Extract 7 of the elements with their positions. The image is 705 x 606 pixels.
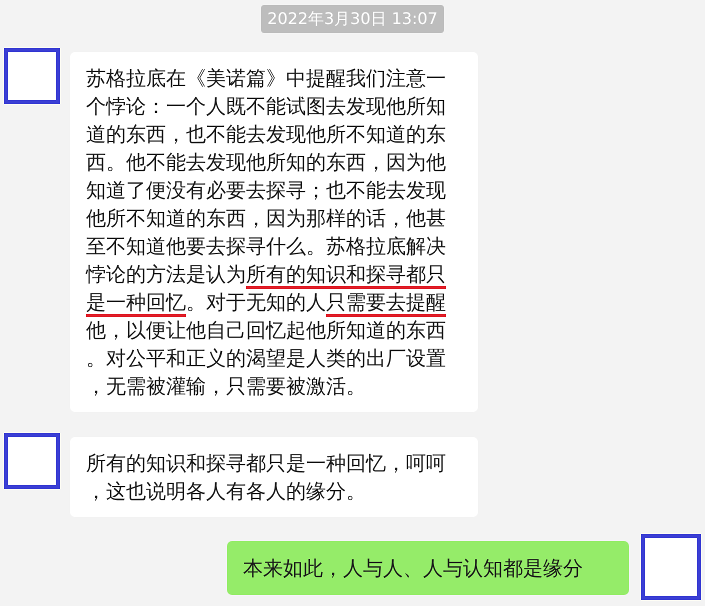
message-bubble: 所有的知识和探寻都只是一种回忆，呵呵，这也说明各人有各人的缘分。 <box>70 437 478 517</box>
avatar[interactable] <box>4 48 60 104</box>
avatar[interactable] <box>641 534 701 600</box>
message-bubble: 苏格拉底在《美诺篇》中提醒我们注意一个悖论：一个人既不能试图去发现他所知道的东西，也不能去发现他所不知道的东西。他不能去发现他所知的东西，因为他知道了便没有必要去探寻；也不能去发现他所不知道的东西，因为那样的话，他甚至不知道他要去探寻什么。苏格拉底解决悖论的方法是认为所有的知识和探寻都只是一种回忆。对于无知的人只需要去提醒 他，以便让他自己回忆起他所知道的东西。对公平和正义的渴望是人类的出厂设置，无需被灌输，只需要被激活。 <box>70 52 478 412</box>
timestamp: 2022年3月30日 13:07 <box>261 5 444 33</box>
avatar[interactable] <box>4 433 60 489</box>
message-bubble: 本来如此，人与人、人与认知都是缘分 <box>227 541 629 595</box>
